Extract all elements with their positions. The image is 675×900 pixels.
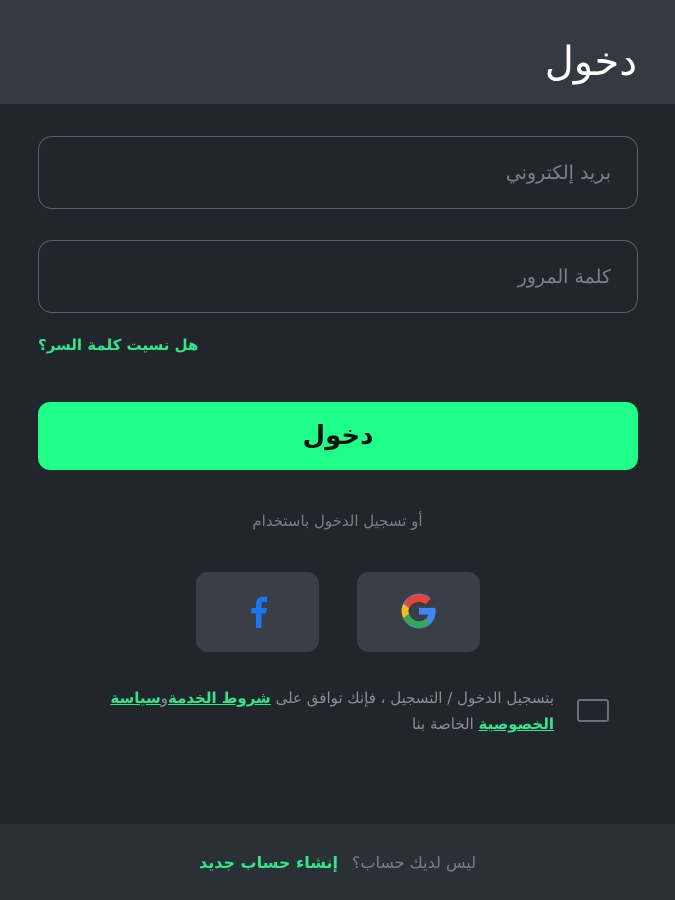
google-icon	[394, 592, 444, 633]
google-login-button[interactable]	[357, 572, 480, 652]
email-field[interactable]	[38, 136, 638, 209]
password-field[interactable]	[38, 240, 638, 313]
login-button[interactable]: دخول	[38, 402, 638, 470]
create-account-link[interactable]: إنشاء حساب جديد	[199, 853, 338, 872]
terms-of-service-link[interactable]: شروط الخدمة	[168, 689, 271, 707]
app-header: دخول	[0, 0, 675, 104]
page-title: دخول	[544, 39, 637, 85]
password-input[interactable]	[39, 241, 637, 312]
no-account-text: ليس لديك حساب؟	[351, 852, 477, 872]
facebook-login-button[interactable]	[196, 572, 319, 652]
email-input[interactable]	[39, 137, 637, 208]
signup-footer: ليس لديك حساب؟ إنشاء حساب جديد	[0, 824, 675, 900]
terms-checkbox[interactable]	[577, 699, 609, 722]
terms-text: بتسجيل الدخول / التسجيل ، فإنك توافق على…	[54, 685, 554, 737]
terms-connector: و	[160, 689, 168, 707]
forgot-password-link[interactable]: هل نسيت كلمة السر؟	[38, 336, 198, 354]
facebook-icon	[243, 594, 273, 631]
login-screen: دخول هل نسيت كلمة السر؟ دخول أو تسجيل ال…	[0, 0, 675, 900]
social-login-label: أو تسجيل الدخول باستخدام	[252, 512, 423, 530]
terms-suffix: الخاصة بنا	[411, 715, 479, 733]
terms-prefix: بتسجيل الدخول / التسجيل ، فإنك توافق على	[270, 689, 554, 707]
